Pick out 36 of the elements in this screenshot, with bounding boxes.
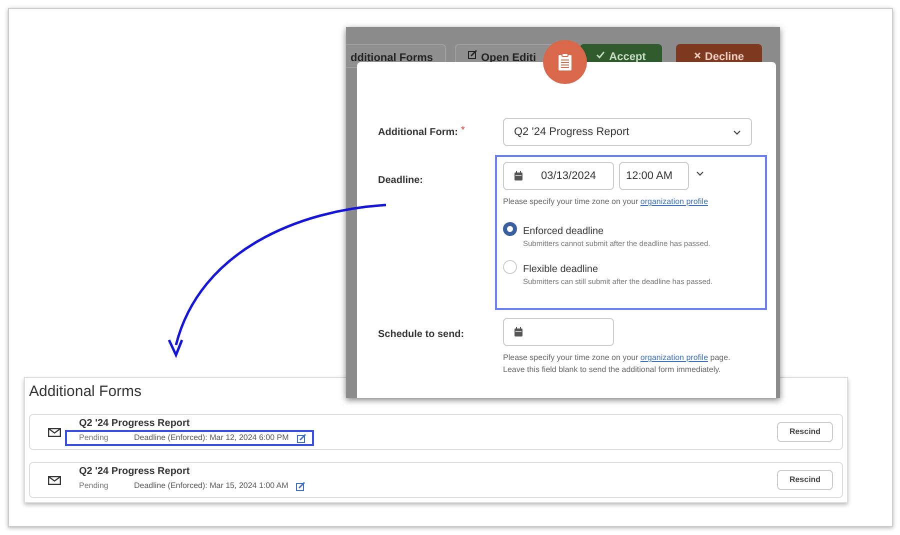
chevron-down-icon[interactable] [696,170,704,176]
status-text: Pending [79,432,110,444]
envelope-icon [48,428,61,436]
organization-profile-link[interactable]: organization profile [640,197,708,206]
edit-icon[interactable] [296,434,306,442]
calendar-icon [514,327,523,337]
section-title: Additional Forms [29,383,143,401]
organization-profile-link[interactable]: organization profile [640,353,708,362]
hint-text: Please specify your time zone on your organization profile page. Leave this field blank to send the additional form immediately. [503,352,732,376]
close-icon [694,52,701,59]
rescind-button[interactable]: Rescind [777,470,833,490]
field-label: Deadline: [378,174,424,188]
status-text: Pending [79,480,110,492]
edit-icon[interactable] [296,482,306,490]
required-mark: * [461,124,465,138]
radio-button[interactable] [503,222,517,236]
form-title: Q2 '24 Progress Report [78,466,191,478]
deadline-text: Deadline (Enforced): Mar 15, 2024 1:00 AM [134,480,288,492]
clipboard-icon [558,53,572,71]
date-field[interactable]: 03/13/2024 [503,162,614,190]
field-label: Schedule to send: [378,328,466,342]
deadline-text: Deadline (Enforced): Mar 12, 2024 6:00 PM [134,432,289,444]
schedule-date-field[interactable] [503,318,614,346]
time-field[interactable]: 12:00 AM [619,162,689,190]
radio-label: Enforced deadline [523,226,605,238]
calendar-icon [514,171,523,181]
edit-icon[interactable] [468,50,477,59]
hint-text: Please specify your time zone on your organization profile [503,196,710,208]
form-title: Q2 '24 Progress Report [78,418,191,430]
radio-label: Flexible deadline [523,264,600,276]
envelope-icon [48,476,61,484]
rescind-button[interactable]: Rescind [777,422,833,442]
chevron-down-icon[interactable] [733,130,741,134]
check-icon [596,51,606,59]
additional-form-select[interactable]: Q2 '24 Progress Report [503,118,752,146]
field-label: Additional Form: [378,126,458,140]
